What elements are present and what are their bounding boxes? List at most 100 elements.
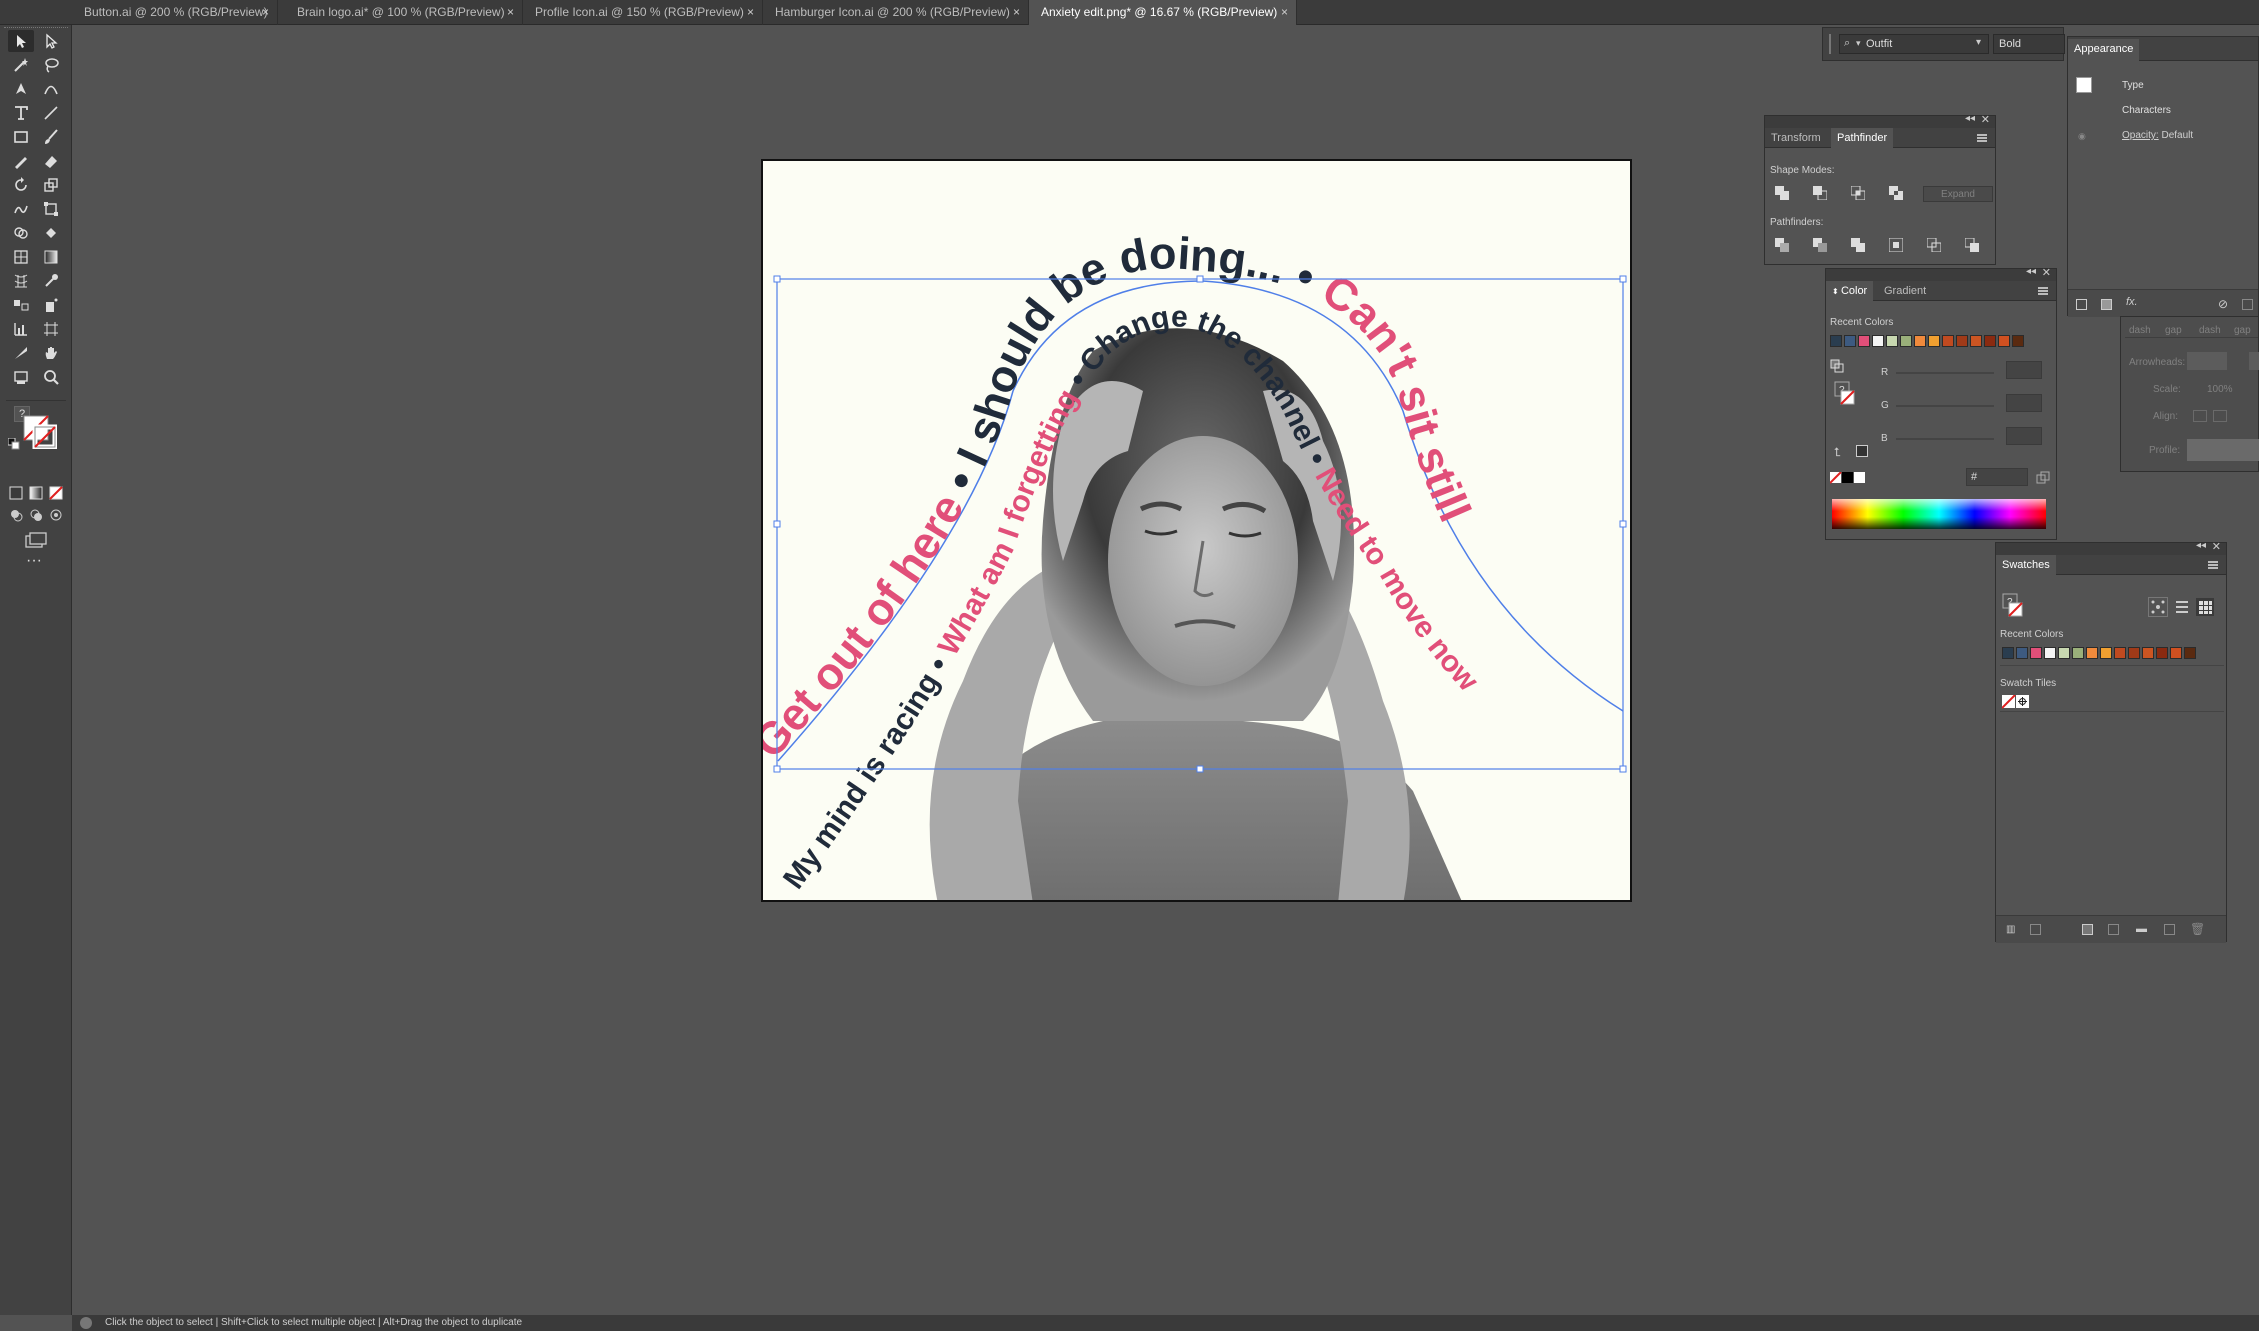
new-color-group-icon[interactable]: ▬ <box>2136 923 2147 935</box>
arrowhead-start-select[interactable] <box>2187 352 2227 370</box>
show-swatch-kinds-icon[interactable] <box>2082 924 2093 935</box>
unite-icon[interactable] <box>1775 186 1789 200</box>
draw-behind-icon[interactable] <box>29 508 43 522</box>
print-tiling-tool-icon[interactable] <box>8 366 34 388</box>
recent-color-swatch[interactable] <box>2012 335 2024 347</box>
blend-tool-icon[interactable] <box>8 294 34 316</box>
panel-menu-icon[interactable] <box>2038 287 2048 295</box>
tab-transform[interactable]: Transform <box>1765 128 1827 148</box>
recent-color-swatch[interactable] <box>2128 647 2140 659</box>
b-slider[interactable] <box>1896 438 1994 440</box>
arrowhead-end-select[interactable] <box>2249 352 2259 370</box>
selection-tool-icon[interactable] <box>8 30 34 52</box>
panel-titlebar[interactable]: ◂◂ ✕ <box>1826 266 2056 281</box>
color-mode-icon[interactable] <box>9 486 23 500</box>
duplicate-item-icon[interactable] <box>2242 299 2253 310</box>
collapse-icon[interactable]: ◂◂ <box>2026 266 2036 277</box>
default-fill-stroke-icon[interactable] <box>7 437 20 450</box>
eraser-tool-icon[interactable] <box>38 150 64 172</box>
hex-field[interactable]: # <box>1966 468 2028 486</box>
tab-color[interactable]: ⬍ Color <box>1826 281 1874 301</box>
pen-tool-icon[interactable] <box>8 78 34 100</box>
r-value-field[interactable] <box>2006 361 2042 379</box>
recent-color-swatch[interactable] <box>1886 335 1898 347</box>
tab-brain-logo[interactable]: Brain logo.ai* @ 100 % (RGB/Preview) × <box>285 0 523 25</box>
bbox-handle[interactable] <box>1619 520 1627 528</box>
add-to-library-icon[interactable] <box>2030 924 2041 935</box>
zoom-tool-icon[interactable] <box>38 366 64 388</box>
exclude-icon[interactable] <box>1889 186 1903 200</box>
b-value-field[interactable] <box>2006 427 2042 445</box>
tab-close-icon[interactable]: × <box>262 0 269 24</box>
gradient-mode-icon[interactable] <box>29 486 43 500</box>
bbox-handle[interactable] <box>773 520 781 528</box>
tab-swatches[interactable]: Swatches <box>1996 555 2056 575</box>
recent-color-swatch[interactable] <box>2002 647 2014 659</box>
mesh-tool-icon[interactable] <box>8 270 34 292</box>
magic-wand-tool-icon[interactable] <box>8 54 34 76</box>
shape-builder-tool-icon[interactable] <box>8 222 34 244</box>
screen-mode-icon[interactable] <box>24 531 48 549</box>
align-arrow-end-icon[interactable] <box>2213 410 2227 422</box>
characters-label[interactable]: Characters <box>2122 105 2171 116</box>
expand-button[interactable]: Expand <box>1923 186 1993 202</box>
artboard[interactable]: Get out of here • I should be doing... •… <box>761 159 1632 902</box>
bbox-handle[interactable] <box>1196 275 1204 283</box>
copy-hex-icon[interactable] <box>2036 471 2050 485</box>
artboard-tool-icon[interactable] <box>38 318 64 340</box>
font-style-field[interactable]: Bold <box>1993 34 2065 54</box>
recent-color-swatch[interactable] <box>1956 335 1968 347</box>
direct-selection-tool-icon[interactable] <box>38 30 64 52</box>
minus-front-icon[interactable] <box>1813 186 1828 201</box>
paintbrush-tool-icon[interactable] <box>38 126 64 148</box>
tab-close-icon[interactable]: × <box>747 0 754 24</box>
tab-hamburger-icon[interactable]: Hamburger Icon.ai @ 200 % (RGB/Preview) × <box>763 0 1029 25</box>
eyedropper-tool-icon[interactable] <box>38 270 64 292</box>
close-icon[interactable]: ✕ <box>1981 113 1990 126</box>
free-transform-tool-icon[interactable] <box>38 198 64 220</box>
bbox-handle[interactable] <box>1619 275 1627 283</box>
minus-back-icon[interactable] <box>1964 237 1979 252</box>
recent-color-swatch[interactable] <box>2072 647 2084 659</box>
draw-normal-icon[interactable] <box>9 508 23 522</box>
recent-color-swatch[interactable] <box>1998 335 2010 347</box>
column-graph-tool-icon[interactable] <box>8 318 34 340</box>
shaper-tool-icon[interactable] <box>8 150 34 172</box>
bbox-handle[interactable] <box>1196 765 1204 773</box>
recent-color-swatch[interactable] <box>1928 335 1940 347</box>
hand-tool-icon[interactable] <box>38 342 64 364</box>
rotate-tool-icon[interactable] <box>8 174 34 196</box>
live-paint-bucket-icon[interactable] <box>38 222 64 244</box>
recent-color-swatch[interactable] <box>1970 335 1982 347</box>
type-tool-icon[interactable] <box>8 102 34 124</box>
tab-anxiety-edit[interactable]: Anxiety edit.png* @ 16.67 % (RGB/Preview… <box>1029 0 1297 25</box>
fill-stroke-proxy-icon[interactable]: ? <box>1834 381 1856 407</box>
trash-icon[interactable]: 🗑 <box>2190 922 2205 936</box>
swatch-libraries-icon[interactable]: ▥ <box>2006 924 2015 935</box>
bbox-handle[interactable] <box>773 275 781 283</box>
scale-tool-icon[interactable] <box>38 174 64 196</box>
fill-stroke-proxy-icon[interactable]: ? <box>2002 593 2024 619</box>
type-fill-swatch[interactable] <box>2076 77 2092 93</box>
gradient-tool-icon[interactable] <box>38 246 64 268</box>
recent-color-swatch[interactable] <box>1858 335 1870 347</box>
trim-icon[interactable] <box>1813 238 1827 252</box>
recent-color-swatch[interactable] <box>1914 335 1926 347</box>
outer-curved-text[interactable]: Get out of here • I should be doing... •… <box>761 227 1481 767</box>
tab-profile-icon[interactable]: Profile Icon.ai @ 150 % (RGB/Preview) × <box>523 0 763 25</box>
recent-color-swatch[interactable] <box>2142 647 2154 659</box>
bbox-handle[interactable] <box>1619 765 1627 773</box>
out-of-gamut-icon[interactable]: ⮤ <box>1834 445 1841 460</box>
outline-icon[interactable] <box>1926 237 1942 253</box>
rectangle-tool-icon[interactable] <box>8 126 34 148</box>
tab-close-icon[interactable]: × <box>1013 0 1020 24</box>
recent-color-swatch[interactable] <box>1984 335 1996 347</box>
recent-color-swatch[interactable] <box>2086 647 2098 659</box>
swatch-options-icon[interactable] <box>2108 924 2119 935</box>
curved-text-art[interactable]: Get out of here • I should be doing... •… <box>763 161 1632 902</box>
collapse-icon[interactable]: ◂◂ <box>1965 113 1975 124</box>
text-get-out-of-here[interactable]: Get out of here <box>761 485 974 767</box>
clear-appearance-icon[interactable]: ⊘ <box>2218 297 2228 311</box>
panel-titlebar[interactable]: ◂◂ ✕ <box>1765 113 1995 128</box>
close-icon[interactable]: ✕ <box>2212 540 2221 553</box>
